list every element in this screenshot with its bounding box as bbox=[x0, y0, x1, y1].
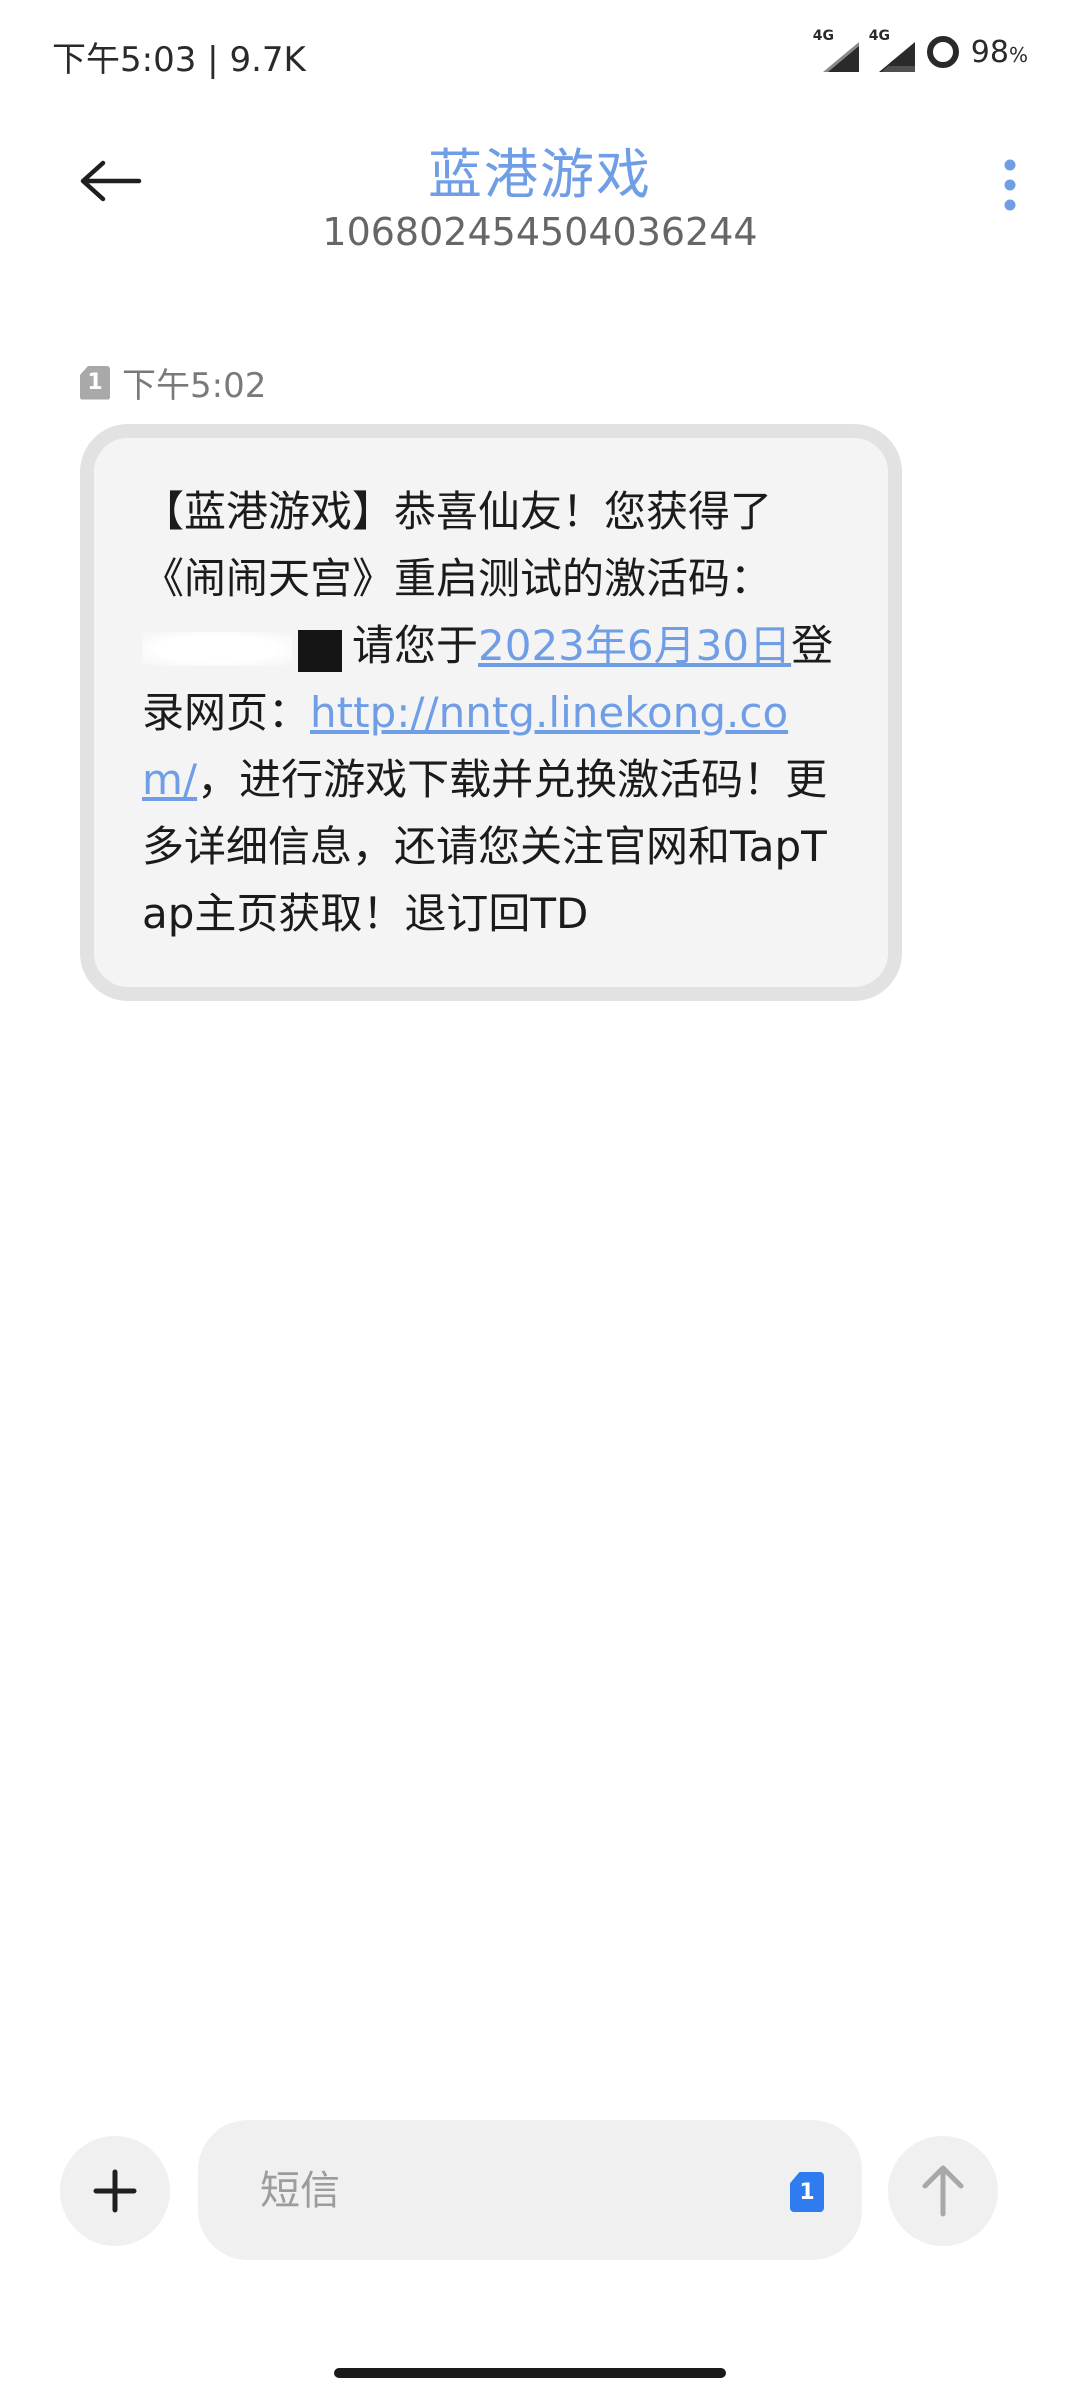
compose-box: 1 bbox=[198, 2120, 862, 2260]
status-right: 4G 4G 98% bbox=[813, 28, 1028, 74]
date-link[interactable]: 2023年6月30日 bbox=[478, 621, 791, 670]
sim-card-icon: 1 bbox=[80, 365, 110, 400]
more-options-button[interactable] bbox=[980, 140, 1040, 230]
sim2-signal-icon: 4G bbox=[869, 28, 915, 72]
message-text-part4: ，进行游戏下载并兑换激活码！更多详细信息，还请您关注官网和TapTap主页获取！… bbox=[142, 755, 828, 938]
message-text-part2: 请您于 bbox=[352, 621, 479, 670]
redacted-code bbox=[142, 626, 342, 672]
status-time: 下午5:03 bbox=[52, 40, 197, 80]
sim1-signal-icon: 4G bbox=[813, 28, 859, 72]
conversation-header: 蓝港游戏 106802454504036244 bbox=[0, 110, 1080, 290]
message-time: 下午5:02 bbox=[122, 366, 267, 406]
arrow-up-icon bbox=[922, 2165, 964, 2217]
plus-icon bbox=[93, 2169, 137, 2213]
message-input[interactable] bbox=[258, 2158, 702, 2224]
contact-name[interactable]: 蓝港游戏 bbox=[0, 130, 1080, 209]
battery-percent: 98% bbox=[970, 34, 1028, 70]
message-timestamp: 1 下午5:02 bbox=[80, 358, 266, 407]
home-indicator[interactable] bbox=[334, 2368, 726, 2378]
message-text-part1: 【蓝港游戏】恭喜仙友！您获得了《闹闹天宫》重启测试的激活码： bbox=[142, 487, 773, 603]
message-bubble[interactable]: 【蓝港游戏】恭喜仙友！您获得了《闹闹天宫》重启测试的激活码： 请您于2023年6月… bbox=[80, 424, 902, 1001]
more-vertical-icon bbox=[1004, 159, 1016, 211]
attach-button[interactable] bbox=[60, 2136, 170, 2246]
status-bar: 下午5:03 | 9.7K 4G 4G 98% bbox=[0, 0, 1080, 110]
battery-icon bbox=[926, 36, 959, 68]
sim-select-button[interactable]: 1 bbox=[790, 2172, 824, 2212]
status-net-speed: 9.7K bbox=[229, 40, 306, 80]
status-separator: | bbox=[207, 40, 219, 80]
contact-number: 106802454504036244 bbox=[322, 210, 758, 254]
send-button[interactable] bbox=[888, 2136, 998, 2246]
status-left: 下午5:03 | 9.7K bbox=[52, 32, 306, 81]
